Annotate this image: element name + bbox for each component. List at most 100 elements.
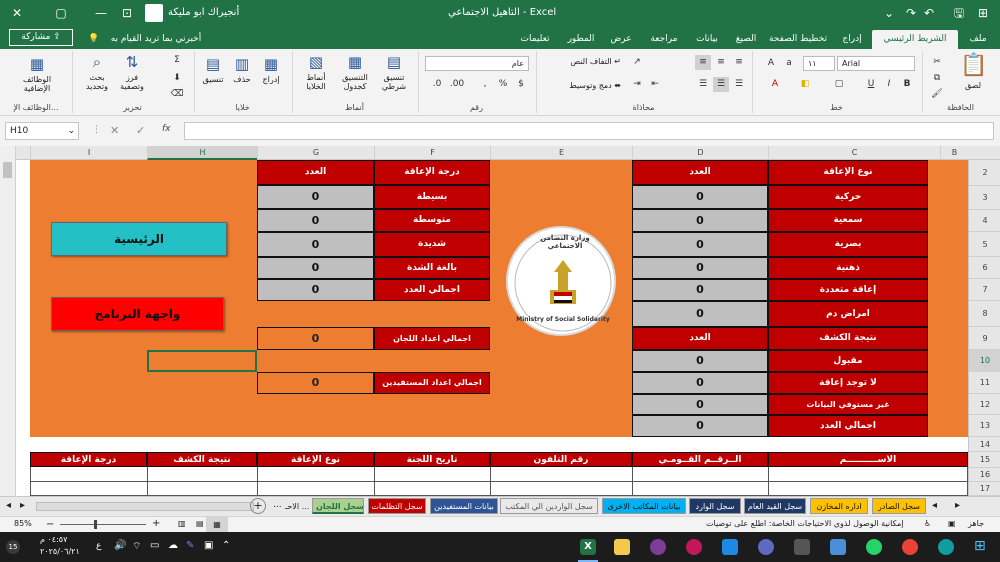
zoom-out-icon[interactable]: − bbox=[46, 519, 54, 530]
format-cells-button[interactable]: ▤ تنسيق bbox=[199, 55, 227, 84]
merge-center-button[interactable]: دمج وتوسيط ⬌ bbox=[543, 81, 621, 90]
font-name-dropdown[interactable]: Arial bbox=[837, 56, 915, 71]
notification-icon[interactable]: 15 bbox=[6, 540, 20, 554]
hscroll-right-icon[interactable]: ▸ bbox=[20, 500, 25, 511]
column-header-b[interactable]: B bbox=[940, 146, 968, 160]
pen-icon[interactable]: ✎ bbox=[186, 540, 194, 551]
row-header-12[interactable]: 12 bbox=[969, 394, 1000, 415]
format-as-table-button[interactable]: ▦ التنسيق كجدول bbox=[337, 53, 373, 91]
row-header-5[interactable]: 5 bbox=[969, 232, 1000, 257]
app-icon-5[interactable] bbox=[794, 539, 810, 555]
degree-value[interactable]: 0 bbox=[257, 209, 374, 232]
italic-icon[interactable]: I bbox=[881, 77, 897, 92]
row-header-2[interactable]: 2 bbox=[969, 160, 1000, 186]
delete-cells-button[interactable]: ▥ حذف bbox=[229, 55, 255, 84]
underline-icon[interactable]: U bbox=[863, 77, 879, 92]
app-icon-6[interactable] bbox=[830, 539, 846, 555]
exam-result-label[interactable]: لا توجد إعاقة bbox=[768, 372, 928, 394]
whatsapp-icon[interactable] bbox=[866, 539, 882, 555]
degree-label[interactable]: بالغة الشدة bbox=[374, 257, 490, 279]
bold-icon[interactable]: B bbox=[899, 77, 915, 92]
tab-help[interactable]: تعليمات bbox=[518, 30, 552, 49]
clear-icon[interactable]: ⌫ bbox=[169, 87, 185, 102]
sheet-tab[interactable]: بيانات المكاتب الاخرى bbox=[602, 498, 686, 514]
tell-me-search[interactable]: أخبرني بما تريد القيام به bbox=[100, 30, 212, 49]
sheet-tab[interactable]: سجل الوارد bbox=[689, 498, 741, 514]
borders-icon[interactable]: ▢ bbox=[831, 77, 847, 92]
sheet-tab[interactable]: بيانات المستفيدين bbox=[430, 498, 498, 514]
column-header-f[interactable]: F bbox=[374, 146, 490, 160]
degree-label[interactable]: بسيطة bbox=[374, 185, 490, 209]
exam-result-label[interactable]: اجمالي العدد bbox=[768, 415, 928, 437]
row-header-10[interactable]: 10 bbox=[969, 350, 1000, 372]
tray-app-icon[interactable]: ▣ bbox=[204, 540, 213, 551]
tab-home[interactable]: الشريط الرئيسي bbox=[872, 30, 958, 49]
degree-value[interactable]: 0 bbox=[257, 232, 374, 257]
edge-icon[interactable] bbox=[938, 539, 954, 555]
row-header-16[interactable]: 16 bbox=[969, 468, 1000, 482]
show-hidden-icons[interactable]: ⌃ bbox=[222, 540, 230, 551]
insert-function-icon[interactable]: fx bbox=[162, 124, 171, 134]
exam-result-value[interactable]: 0 bbox=[632, 394, 768, 415]
tab-file[interactable]: ملف bbox=[964, 30, 992, 49]
font-size-dropdown[interactable]: ١١ bbox=[803, 56, 835, 71]
sheet-tab[interactable]: سجل الصادر bbox=[872, 498, 926, 514]
tab-review[interactable]: مراجعة bbox=[645, 30, 683, 49]
app-icon-1[interactable] bbox=[650, 539, 666, 555]
degree-label[interactable]: متوسطة bbox=[374, 209, 490, 232]
scroll-thumb[interactable] bbox=[3, 162, 12, 178]
row-header-9[interactable]: 9 bbox=[969, 327, 1000, 350]
row-header-15[interactable]: 15 bbox=[969, 452, 1000, 468]
clock-date[interactable]: ٢٠٢٥/٠٦/٢١ bbox=[40, 547, 80, 556]
percent-icon[interactable]: % bbox=[495, 77, 511, 92]
exam-result-value[interactable]: 0 bbox=[632, 415, 768, 437]
disability-type-header[interactable]: نوع الإعاقة bbox=[768, 160, 928, 185]
app-icon-3[interactable] bbox=[722, 539, 738, 555]
font-color-icon[interactable]: A bbox=[767, 77, 783, 92]
language-indicator[interactable]: ع bbox=[96, 541, 101, 551]
outdent-icon[interactable]: ⇤ bbox=[647, 77, 663, 92]
normal-view-icon[interactable]: ▦ bbox=[206, 517, 228, 532]
network-icon[interactable]: ⌔ bbox=[132, 540, 141, 553]
disability-type-label[interactable]: امراض دم bbox=[768, 301, 928, 327]
disability-type-value[interactable]: 0 bbox=[632, 185, 768, 209]
horizontal-scrollbar[interactable] bbox=[36, 502, 254, 511]
cut-icon[interactable]: ✂ bbox=[929, 55, 945, 70]
page-layout-view-icon[interactable]: ▤ bbox=[196, 519, 204, 528]
zoom-slider-thumb[interactable] bbox=[94, 520, 97, 529]
save-icon[interactable]: 🖫 bbox=[950, 4, 968, 22]
vertical-scrollbar[interactable] bbox=[0, 146, 16, 496]
minimize-icon[interactable]: — bbox=[92, 4, 110, 22]
zoom-slider[interactable] bbox=[60, 524, 146, 525]
addins-button[interactable]: ▦ الوظائف الإضافية bbox=[12, 55, 62, 93]
indent-icon[interactable]: ⇥ bbox=[629, 77, 645, 92]
excel-taskbar-icon[interactable]: X bbox=[580, 539, 596, 555]
volume-icon[interactable]: 🔊 bbox=[114, 540, 126, 551]
fill-color-icon[interactable]: ◧ bbox=[797, 77, 813, 92]
bottom-header-committee-date[interactable]: تاريخ اللجنة bbox=[374, 452, 490, 467]
bottom-header-national-id[interactable]: الــرقــم القــومـي bbox=[632, 452, 768, 467]
degree-count-header[interactable]: العدد bbox=[257, 160, 374, 185]
align-bottom-icon[interactable]: ≡ bbox=[731, 55, 747, 70]
enter-formula-icon[interactable]: ✓ bbox=[136, 124, 145, 137]
app-icon-4[interactable] bbox=[758, 539, 774, 555]
fill-icon[interactable]: ⬇ bbox=[169, 71, 185, 86]
disability-type-label[interactable]: إعاقة متعددة bbox=[768, 279, 928, 301]
start-icon[interactable]: ⊞ bbox=[974, 538, 986, 554]
tab-page-layout[interactable]: تخطيط الصفحة bbox=[764, 30, 832, 49]
more-sheets-icon[interactable]: ... bbox=[273, 500, 282, 510]
selected-cell-h10[interactable] bbox=[147, 350, 257, 372]
align-left-icon[interactable]: ☰ bbox=[695, 77, 711, 92]
decrease-decimal-icon[interactable]: .0 bbox=[429, 77, 445, 92]
bottom-header-degree[interactable]: درجة الإعاقة bbox=[30, 452, 147, 467]
sheet-tab[interactable]: سجل القيد العام bbox=[744, 498, 806, 514]
search-icon[interactable]: 💡 bbox=[88, 30, 99, 49]
disability-type-value[interactable]: 0 bbox=[632, 301, 768, 327]
wrap-text-button[interactable]: التفاف النص ↵ bbox=[543, 57, 621, 66]
avatar[interactable] bbox=[145, 4, 163, 22]
shrink-font-icon[interactable]: a bbox=[781, 56, 797, 71]
add-sheet-icon[interactable]: + bbox=[250, 498, 266, 514]
row-header-4[interactable]: 4 bbox=[969, 210, 1000, 232]
table-row[interactable] bbox=[30, 467, 968, 482]
undo-icon[interactable]: ↶ bbox=[920, 4, 938, 22]
